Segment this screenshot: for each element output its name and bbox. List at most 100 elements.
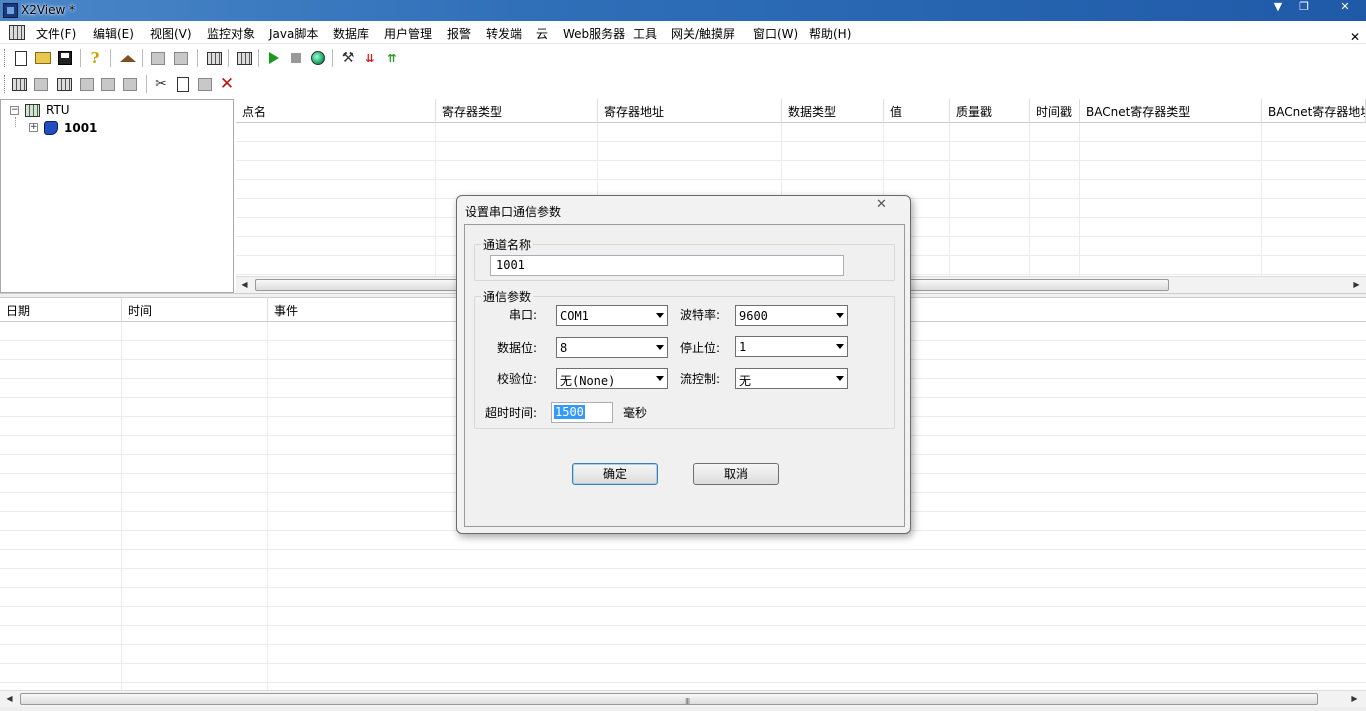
run-button[interactable] [264, 48, 284, 68]
baud-rate-select[interactable]: 9600 [735, 305, 848, 326]
add-group-button[interactable] [54, 74, 74, 94]
column-header-point-name[interactable]: 点名 [236, 99, 436, 123]
column-header-data-type[interactable]: 数据类型 [782, 99, 884, 123]
mdi-close-button[interactable]: ✕ [1350, 30, 1360, 44]
toolbar-grip[interactable] [4, 49, 7, 67]
connect-button[interactable] [308, 48, 328, 68]
cut-button[interactable]: ✂ [151, 74, 171, 94]
open-file-button[interactable] [33, 48, 53, 68]
table-row[interactable] [0, 569, 1366, 588]
menu-forwarder[interactable]: 转发端 [486, 25, 522, 42]
table-row[interactable] [0, 664, 1366, 683]
table-row[interactable] [236, 123, 1366, 142]
data-bits-select[interactable]: 8 [556, 337, 668, 358]
menu-window[interactable]: 窗口(W) [753, 25, 798, 42]
column-header-value[interactable]: 值 [884, 99, 950, 123]
dialog-close-button[interactable]: ✕ [876, 197, 887, 212]
menu-file[interactable]: 文件(F) [36, 25, 76, 42]
new-file-button[interactable] [11, 48, 31, 68]
channel-name-group: 通道名称 1001 [474, 236, 895, 281]
app-icon[interactable] [3, 3, 18, 18]
scroll-right-arrow[interactable]: ▶ [1349, 278, 1364, 292]
dialog-body: 通道名称 1001 通信参数 串口: COM1 波特率: 9600 数据位: 8… [464, 224, 905, 527]
status-bar [0, 707, 1366, 711]
device-button[interactable] [234, 48, 254, 68]
toolbar-separator [197, 49, 198, 67]
menu-java-script[interactable]: Java脚本 [269, 25, 318, 42]
properties-button[interactable] [120, 74, 140, 94]
upload-icon: ⇈ [387, 51, 397, 65]
scroll-right-arrow[interactable]: ▶ [1347, 692, 1362, 706]
menu-monitor-objects[interactable]: 监控对象 [207, 25, 255, 42]
load-button[interactable]: ⇊ [360, 48, 380, 68]
save-button[interactable] [55, 48, 75, 68]
menu-view[interactable]: 视图(V) [150, 25, 192, 42]
column-header-bacnet-register-type[interactable]: BACnet寄存器类型 [1080, 99, 1262, 123]
restore-button[interactable]: ❐ [1292, 0, 1316, 16]
tree-expand-toggle[interactable]: + [29, 123, 38, 132]
menu-user-management[interactable]: 用户管理 [384, 25, 432, 42]
scrollbar-thumb[interactable]: III [20, 693, 1318, 706]
events-horizontal-scrollbar[interactable]: ◀ III ▶ [0, 690, 1366, 707]
menu-cloud[interactable]: 云 [536, 25, 548, 42]
scroll-left-arrow[interactable]: ◀ [237, 278, 252, 292]
globe-icon [311, 51, 325, 65]
column-header-quality[interactable]: 质量戳 [950, 99, 1030, 123]
disabled-button-1[interactable] [148, 48, 168, 68]
add-point-button[interactable] [77, 74, 97, 94]
add-block-button[interactable] [98, 74, 118, 94]
tree-node-1001[interactable]: 1001 [64, 121, 97, 135]
network-button[interactable] [204, 48, 224, 68]
table-row[interactable] [0, 626, 1366, 645]
toolbar-grip[interactable] [4, 75, 7, 93]
cancel-button[interactable]: 取消 [693, 463, 779, 485]
toolbar-separator [146, 75, 147, 93]
ok-button[interactable]: 确定 [572, 463, 658, 485]
tree-node-rtu[interactable]: RTU [46, 103, 70, 117]
paste-button[interactable] [195, 74, 215, 94]
add-channel-button[interactable] [9, 74, 29, 94]
tools-button[interactable]: ⚒ [338, 48, 358, 68]
home-button[interactable] [118, 48, 138, 68]
scroll-left-arrow[interactable]: ◀ [2, 692, 17, 706]
table-row[interactable] [0, 607, 1366, 626]
stop-button[interactable] [286, 48, 306, 68]
add-device-button[interactable] [31, 74, 51, 94]
menu-alarm[interactable]: 报警 [447, 25, 471, 42]
menu-gateway[interactable]: 网关/触摸屏 [671, 25, 735, 42]
document-icon[interactable] [9, 25, 25, 40]
menu-tools[interactable]: 工具 [633, 25, 657, 42]
column-header-register-address[interactable]: 寄存器地址 [598, 99, 782, 123]
table-row[interactable] [0, 550, 1366, 569]
menu-database[interactable]: 数据库 [333, 25, 369, 42]
column-header-date[interactable]: 日期 [0, 298, 122, 322]
table-row[interactable] [236, 142, 1366, 161]
timeout-value: 1500 [554, 405, 585, 419]
menu-web-server[interactable]: Web服务器 [563, 25, 625, 42]
table-row[interactable] [0, 588, 1366, 607]
parity-select[interactable]: 无(None) [556, 368, 668, 389]
menu-edit[interactable]: 编辑(E) [93, 25, 134, 42]
table-row[interactable] [0, 645, 1366, 664]
column-header-time[interactable]: 时间 [122, 298, 268, 322]
column-header-timestamp[interactable]: 时间戳 [1030, 99, 1080, 123]
menu-help[interactable]: 帮助(H) [809, 25, 851, 42]
table-row[interactable] [236, 161, 1366, 180]
upload-button[interactable]: ⇈ [382, 48, 402, 68]
port-select[interactable]: COM1 [556, 305, 668, 326]
network-icon [206, 51, 222, 65]
disabled-button-2[interactable] [171, 48, 191, 68]
copy-button[interactable] [173, 74, 193, 94]
stop-bits-select[interactable]: 1 [735, 336, 848, 357]
comm-params-group-title: 通信参数 [481, 288, 534, 305]
tree-collapse-toggle[interactable]: − [10, 106, 19, 115]
column-header-register-type[interactable]: 寄存器类型 [436, 99, 598, 123]
close-window-button[interactable]: ✕ [1330, 0, 1360, 16]
delete-button[interactable]: ✕ [217, 74, 237, 94]
minimize-button[interactable]: ▼ [1266, 0, 1290, 16]
timeout-input[interactable]: 1500 [551, 402, 613, 423]
flow-control-select[interactable]: 无 [735, 368, 848, 389]
channel-name-input[interactable]: 1001 [490, 255, 844, 276]
help-button[interactable]: ? [85, 48, 105, 68]
column-header-bacnet-register-address[interactable]: BACnet寄存器地址 [1262, 99, 1366, 123]
